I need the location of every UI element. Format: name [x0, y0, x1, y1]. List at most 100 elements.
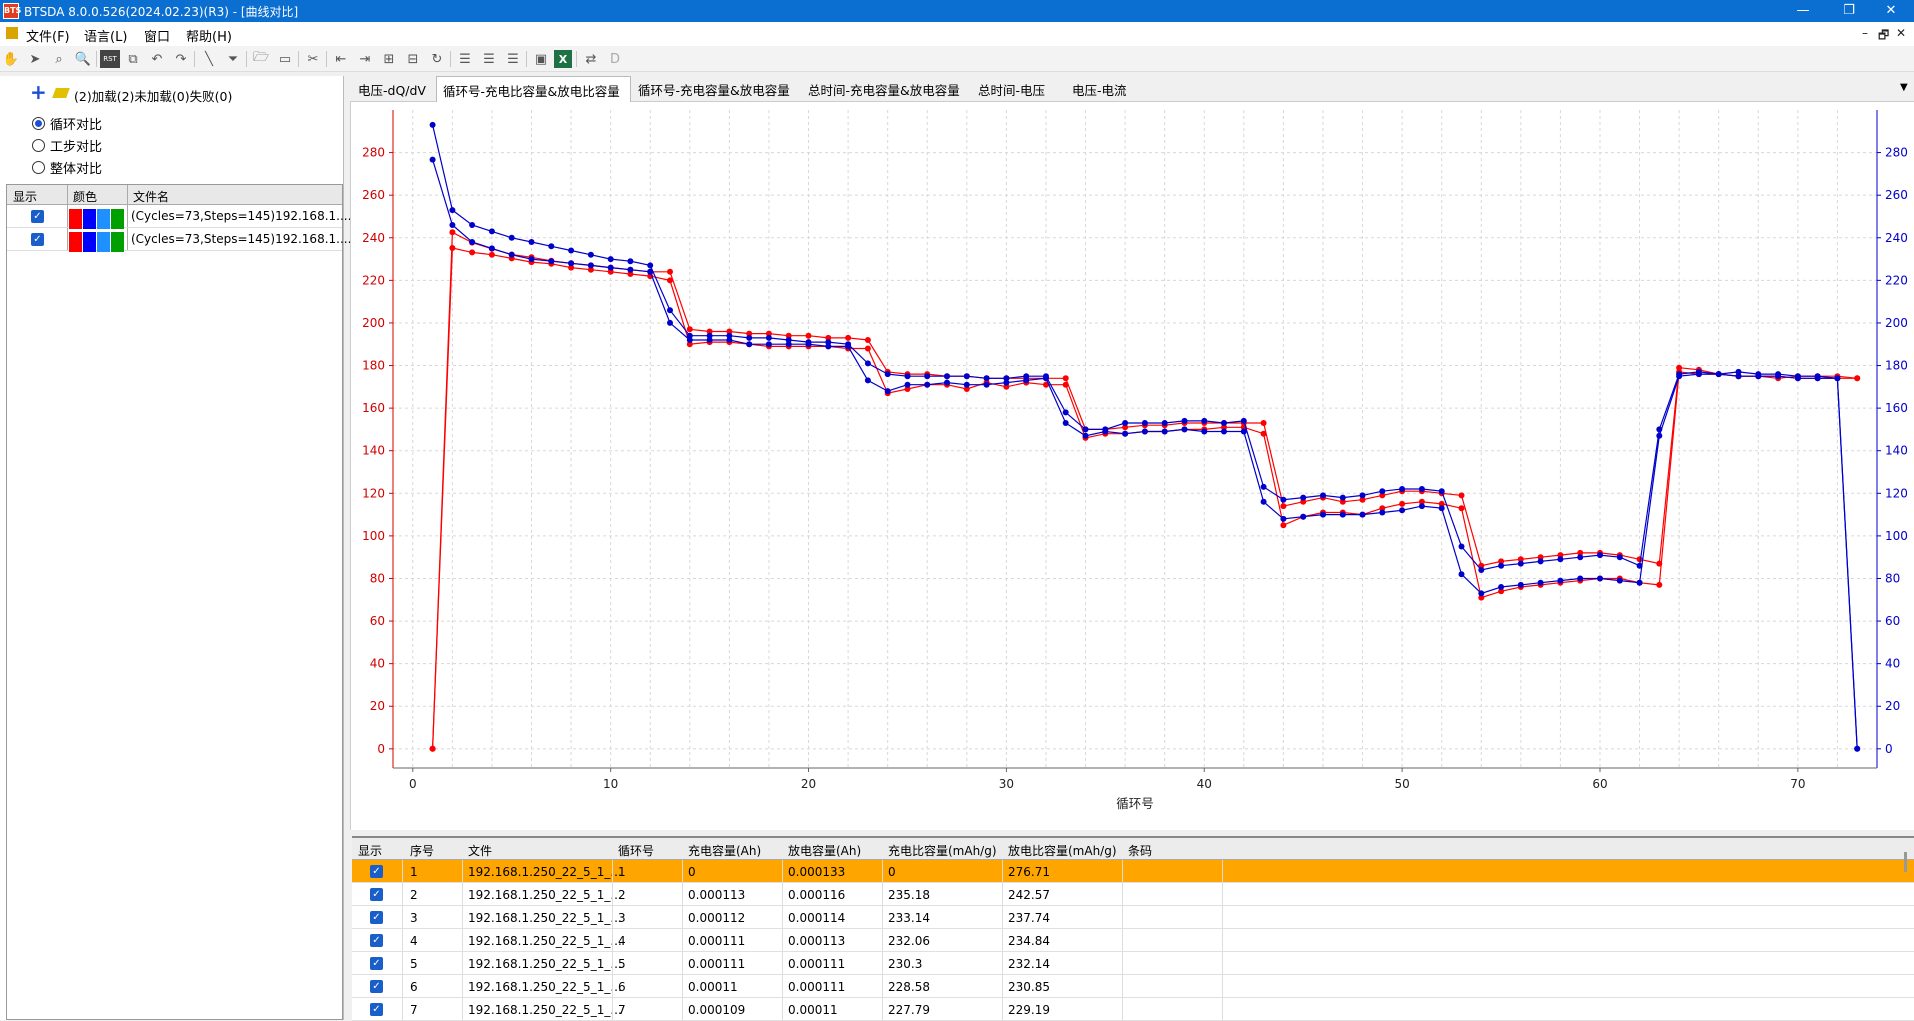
table-row[interactable]: ✓ 3 192.168.1.250_22_5_1_... 3 0.000112 0.000… [352, 906, 1914, 929]
file-show-checkbox[interactable]: ✓ [31, 210, 44, 223]
tab-time-voltage[interactable]: 总时间-电压 [974, 80, 1049, 99]
table-row[interactable]: ✓ 7 192.168.1.250_22_5_1_... 7 0.000109 0.000… [352, 998, 1914, 1021]
mdi-close-button[interactable]: ✕ [1896, 26, 1906, 40]
table-row[interactable]: ✓ 6 192.168.1.250_22_5_1_... 6 0.00011 0.0001… [352, 975, 1914, 998]
mdi-restore-button[interactable]: 🗗 [1878, 26, 1889, 47]
th-show[interactable]: 显示 [358, 842, 382, 859]
th-discharge-cap[interactable]: 放电容量(Ah) [788, 842, 861, 859]
file-row[interactable]: ✓ (Cycles=73,Steps=145)192.168.1.... [7, 205, 351, 229]
filter-icon[interactable]: ⏷ [224, 50, 242, 68]
tab-voltage-current[interactable]: 电压-电流 [1068, 80, 1131, 99]
swatch-red[interactable] [69, 232, 82, 252]
col-color[interactable]: 颜色 [73, 188, 97, 205]
line-tool-icon[interactable]: ╲ [200, 50, 218, 68]
th-charge-spcap[interactable]: 充电比容量(mAh/g) [888, 842, 997, 859]
save-copy-icon[interactable]: ▭ [276, 50, 294, 68]
data-point [1300, 513, 1307, 520]
pointer-icon[interactable]: ➤ [26, 50, 44, 68]
th-file[interactable]: 文件 [468, 842, 492, 859]
data-point [963, 373, 970, 380]
tab-voltage-dqdv[interactable]: 电压-dQ/dV [354, 80, 430, 99]
swatch-lightblue[interactable] [97, 209, 110, 229]
clear-icon[interactable] [52, 88, 70, 98]
excel-icon[interactable]: X [554, 50, 572, 68]
swatch-lightblue[interactable] [97, 232, 110, 252]
file-row[interactable]: ✓ (Cycles=73,Steps=145)192.168.1.... [7, 228, 351, 252]
cell-divider [682, 929, 683, 952]
close-button[interactable]: ✕ [1868, 0, 1914, 22]
copy-chart-icon[interactable]: ⧉ [124, 50, 142, 68]
open-folder-icon[interactable]: 🗁 [252, 50, 270, 68]
minimize-button[interactable]: — [1780, 0, 1826, 22]
data-point [845, 341, 852, 348]
col-show[interactable]: 显示 [13, 188, 37, 205]
th-discharge-spcap[interactable]: 放电比容量(mAh/g) [1008, 842, 1117, 859]
menu-file[interactable]: 文件(F) [26, 26, 70, 45]
rst-icon[interactable]: RST [100, 50, 120, 68]
list-indent-icon[interactable]: ☰ [480, 50, 498, 68]
y-tick-label-left: 280 [362, 146, 385, 160]
file-show-checkbox[interactable]: ✓ [31, 233, 44, 246]
tab-cycle-specific-capacity[interactable]: 循环号-充电比容量&放电比容量 [436, 76, 631, 102]
list-icon[interactable]: ☰ [456, 50, 474, 68]
tab-time-capacity[interactable]: 总时间-充电容量&放电容量 [804, 80, 964, 99]
th-barcode[interactable]: 条码 [1128, 842, 1152, 859]
cell-chg_sp: 232.06 [888, 934, 930, 948]
swatch-blue[interactable] [83, 209, 96, 229]
swatch-green[interactable] [111, 232, 124, 252]
cell-divider [882, 860, 883, 883]
table-row[interactable]: ✓ 5 192.168.1.250_22_5_1_... 5 0.000111 0.000… [352, 952, 1914, 975]
cell-divider [462, 929, 463, 952]
col-filename[interactable]: 文件名 [133, 188, 169, 205]
cell-divider [682, 860, 683, 883]
radio-step-compare[interactable]: 工步对比 [32, 136, 102, 155]
split-icon[interactable]: ⊟ [404, 50, 422, 68]
th-seq[interactable]: 序号 [410, 842, 434, 859]
swatch-red[interactable] [69, 209, 82, 229]
table-row[interactable]: ✓ 4 192.168.1.250_22_5_1_... 4 0.000111 0.000… [352, 929, 1914, 952]
mdi-minimize-button[interactable]: – [1862, 26, 1868, 40]
row-show-checkbox[interactable]: ✓ [370, 911, 383, 924]
swatch-blue[interactable] [83, 232, 96, 252]
scissors-icon[interactable]: ✂ [304, 50, 322, 68]
row-show-checkbox[interactable]: ✓ [370, 980, 383, 993]
radio-overall-compare[interactable]: 整体对比 [32, 158, 102, 177]
menu-help[interactable]: 帮助(H) [186, 26, 232, 45]
radio-cycle-compare[interactable]: 循环对比 [32, 114, 102, 133]
table-row[interactable]: ✓ 1 192.168.1.250_22_5_1_... 1 0 0.000133 0 276… [352, 860, 1914, 883]
list-outdent-icon[interactable]: ☰ [504, 50, 522, 68]
redo-icon[interactable]: ↷ [172, 50, 190, 68]
table-row[interactable]: ✓ 2 192.168.1.250_22_5_1_... 2 0.000113 0.000… [352, 883, 1914, 906]
row-show-checkbox[interactable]: ✓ [370, 865, 383, 878]
restore-button[interactable]: ❐ [1826, 0, 1872, 22]
row-show-checkbox[interactable]: ✓ [370, 888, 383, 901]
th-cycle[interactable]: 循环号 [618, 842, 654, 859]
d-icon[interactable]: D [606, 50, 624, 68]
undo-icon[interactable]: ↶ [148, 50, 166, 68]
table-scrollbar[interactable] [1904, 852, 1907, 872]
zoom-icon[interactable]: 🔍 [74, 50, 92, 68]
data-point [429, 156, 436, 163]
data-point [1379, 488, 1386, 495]
row-show-checkbox[interactable]: ✓ [370, 934, 383, 947]
line-chart[interactable]: 0 020 2040 4060 6080 80100 100120 120140 140160 1… [351, 102, 1914, 830]
next-icon[interactable]: ⇥ [356, 50, 374, 68]
th-charge-cap[interactable]: 充电容量(Ah) [688, 842, 761, 859]
tab-cycle-capacity[interactable]: 循环号-充电容量&放电容量 [634, 80, 794, 99]
convert-icon[interactable]: ⇄ [582, 50, 600, 68]
data-point [1577, 554, 1584, 561]
zoom-area-icon[interactable]: ⌕ [50, 50, 68, 68]
menu-window[interactable]: 窗口 [144, 26, 170, 45]
cell-divider [782, 975, 783, 998]
refresh-icon[interactable]: ↻ [428, 50, 446, 68]
menu-language[interactable]: 语言(L) [84, 26, 127, 45]
swatch-green[interactable] [111, 209, 124, 229]
export-image-icon[interactable]: ▣ [532, 50, 550, 68]
row-show-checkbox[interactable]: ✓ [370, 957, 383, 970]
prev-icon[interactable]: ⇤ [332, 50, 350, 68]
tab-dropdown-icon[interactable]: ▼ [1900, 82, 1908, 93]
add-file-icon[interactable]: + [30, 82, 47, 102]
merge-icon[interactable]: ⊞ [380, 50, 398, 68]
row-show-checkbox[interactable]: ✓ [370, 1003, 383, 1016]
hand-icon[interactable]: ✋ [2, 50, 20, 68]
